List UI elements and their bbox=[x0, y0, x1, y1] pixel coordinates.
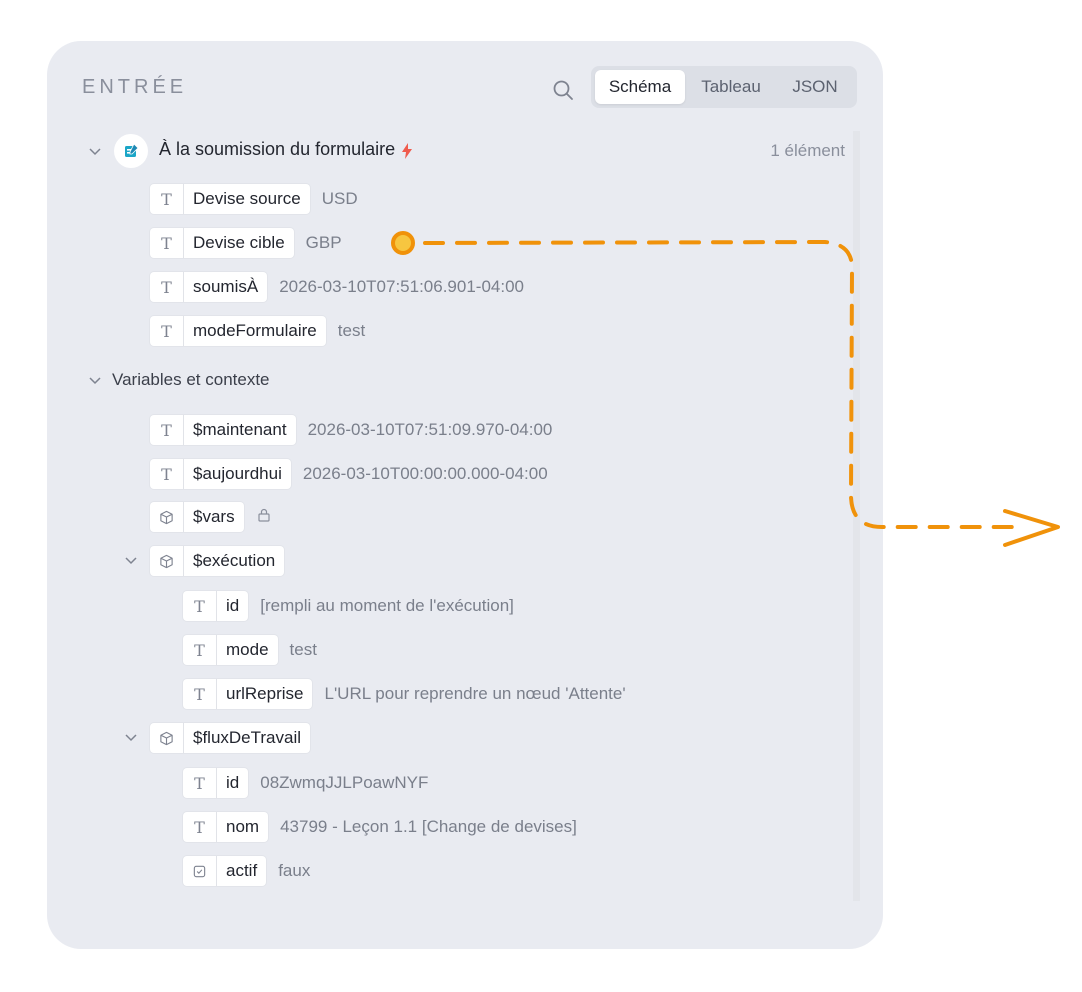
field-row: T Devise source USD bbox=[150, 184, 358, 214]
field-value: USD bbox=[321, 189, 358, 208]
field-value: test bbox=[289, 640, 317, 659]
text-type-icon: T bbox=[150, 459, 184, 489]
field-pill[interactable]: T $aujourdhui bbox=[150, 459, 291, 489]
field-pill[interactable]: $vars bbox=[150, 502, 244, 532]
object-row: $fluxDeTravail bbox=[150, 723, 311, 753]
text-type-icon: T bbox=[183, 635, 217, 665]
field-value: 2026-03-10T00:00:00.000-04:00 bbox=[302, 464, 548, 483]
field-pill[interactable]: T Devise cible bbox=[150, 228, 294, 258]
text-type-icon: T bbox=[183, 768, 217, 798]
field-row: actif faux bbox=[183, 856, 310, 886]
field-row: $vars bbox=[150, 502, 272, 532]
field-value: 2026-03-10T07:51:09.970-04:00 bbox=[307, 420, 553, 439]
field-name: Devise cible bbox=[193, 233, 285, 252]
field-pill[interactable]: T mode bbox=[183, 635, 278, 665]
object-row: $exécution bbox=[150, 546, 285, 576]
field-name: id bbox=[226, 773, 240, 792]
trigger-collapse-toggle[interactable] bbox=[87, 143, 103, 159]
field-row: T soumisÀ 2026-03-10T07:51:06.901-04:00 bbox=[150, 272, 524, 302]
field-pill[interactable]: T id bbox=[183, 768, 249, 798]
field-row: T id 08ZwmqJJLPoawNYF bbox=[183, 768, 428, 798]
field-value: GBP bbox=[305, 233, 342, 252]
field-row: T modeFormulaire test bbox=[150, 316, 365, 346]
field-value: 08ZwmqJJLPoawNYF bbox=[260, 773, 429, 792]
chevron-down-icon bbox=[125, 734, 137, 742]
field-row: T $maintenant 2026-03-10T07:51:09.970-04… bbox=[150, 415, 552, 445]
field-pill[interactable]: T urlReprise bbox=[183, 679, 313, 709]
text-type-icon: T bbox=[183, 679, 217, 709]
form-icon bbox=[125, 143, 139, 157]
field-pill[interactable]: $exécution bbox=[150, 546, 285, 576]
tab-json[interactable]: JSON bbox=[777, 70, 853, 104]
field-name: urlReprise bbox=[226, 684, 304, 703]
field-name: $vars bbox=[193, 507, 235, 526]
chevron-down-icon bbox=[89, 377, 101, 385]
lock-icon bbox=[256, 507, 272, 528]
field-name: $fluxDeTravail bbox=[193, 728, 302, 747]
trigger-node-icon bbox=[114, 134, 148, 168]
text-type-icon: T bbox=[183, 812, 217, 842]
field-pill[interactable]: T nom bbox=[183, 812, 269, 842]
text-type-icon: T bbox=[150, 316, 184, 346]
field-name: $exécution bbox=[193, 551, 276, 570]
field-value: L'URL pour reprendre un nœud 'Attente' bbox=[324, 684, 626, 703]
field-pill[interactable]: actif bbox=[183, 856, 267, 886]
workflow-collapse-toggle[interactable] bbox=[123, 729, 139, 745]
chevron-down-icon bbox=[89, 148, 101, 156]
object-cube-icon bbox=[150, 502, 184, 532]
section-label: Variables et contexte bbox=[112, 370, 270, 389]
checkbox-icon bbox=[183, 856, 217, 886]
execution-collapse-toggle[interactable] bbox=[123, 552, 139, 568]
scrollbar[interactable] bbox=[853, 131, 860, 901]
field-value: [rempli au moment de l'exécution] bbox=[260, 596, 514, 615]
search-button[interactable] bbox=[547, 74, 579, 106]
input-panel: ENTRÉE Schéma Tableau JSON À la soumissi… bbox=[47, 41, 883, 949]
field-name: Devise source bbox=[193, 189, 301, 208]
field-name: nom bbox=[226, 817, 260, 836]
object-cube-icon bbox=[150, 723, 184, 753]
arrow-right-icon bbox=[1003, 509, 1060, 547]
field-name: $aujourdhui bbox=[193, 464, 282, 483]
text-type-icon: T bbox=[183, 591, 217, 621]
field-pill[interactable]: T soumisÀ bbox=[150, 272, 268, 302]
field-pill[interactable]: T modeFormulaire bbox=[150, 316, 326, 346]
field-name: soumisÀ bbox=[193, 277, 259, 296]
field-row: T mode test bbox=[183, 635, 317, 665]
tab-schema[interactable]: Schéma bbox=[595, 70, 685, 104]
variables-collapse-toggle[interactable] bbox=[87, 372, 103, 388]
view-tabs: Schéma Tableau JSON bbox=[591, 66, 857, 108]
field-name: mode bbox=[226, 640, 269, 659]
field-pill[interactable]: T $maintenant bbox=[150, 415, 296, 445]
field-row: T Devise cible GBP bbox=[150, 228, 342, 258]
field-value: 2026-03-10T07:51:06.901-04:00 bbox=[279, 277, 524, 296]
field-name: id bbox=[226, 596, 240, 615]
field-row: T $aujourdhui 2026-03-10T00:00:00.000-04… bbox=[150, 459, 548, 489]
panel-heading: ENTRÉE bbox=[82, 76, 188, 98]
text-type-icon: T bbox=[150, 415, 184, 445]
field-name: $maintenant bbox=[193, 420, 287, 439]
chevron-down-icon bbox=[125, 557, 137, 565]
field-row: T id [rempli au moment de l'exécution] bbox=[183, 591, 514, 621]
field-pill[interactable]: $fluxDeTravail bbox=[150, 723, 311, 753]
tab-tableau[interactable]: Tableau bbox=[687, 70, 775, 104]
text-type-icon: T bbox=[150, 184, 184, 214]
field-value: test bbox=[337, 321, 366, 340]
text-type-icon: T bbox=[150, 228, 184, 258]
text-type-icon: T bbox=[150, 272, 184, 302]
lightning-icon bbox=[402, 143, 412, 159]
field-name: modeFormulaire bbox=[193, 321, 317, 340]
field-name: actif bbox=[226, 861, 258, 880]
search-icon bbox=[553, 80, 573, 100]
item-count: 1 élément bbox=[770, 141, 845, 160]
object-cube-icon bbox=[150, 546, 184, 576]
field-value: faux bbox=[278, 861, 311, 880]
field-row: T nom 43799 - Leçon 1.1 [Change de devis… bbox=[183, 812, 577, 842]
field-pill[interactable]: T Devise source bbox=[150, 184, 310, 214]
field-value: 43799 - Leçon 1.1 [Change de devises] bbox=[280, 817, 577, 836]
field-pill[interactable]: T id bbox=[183, 591, 249, 621]
field-row: T urlReprise L'URL pour reprendre un nœu… bbox=[183, 679, 626, 709]
trigger-node-label: À la soumission du formulaire bbox=[159, 139, 396, 159]
